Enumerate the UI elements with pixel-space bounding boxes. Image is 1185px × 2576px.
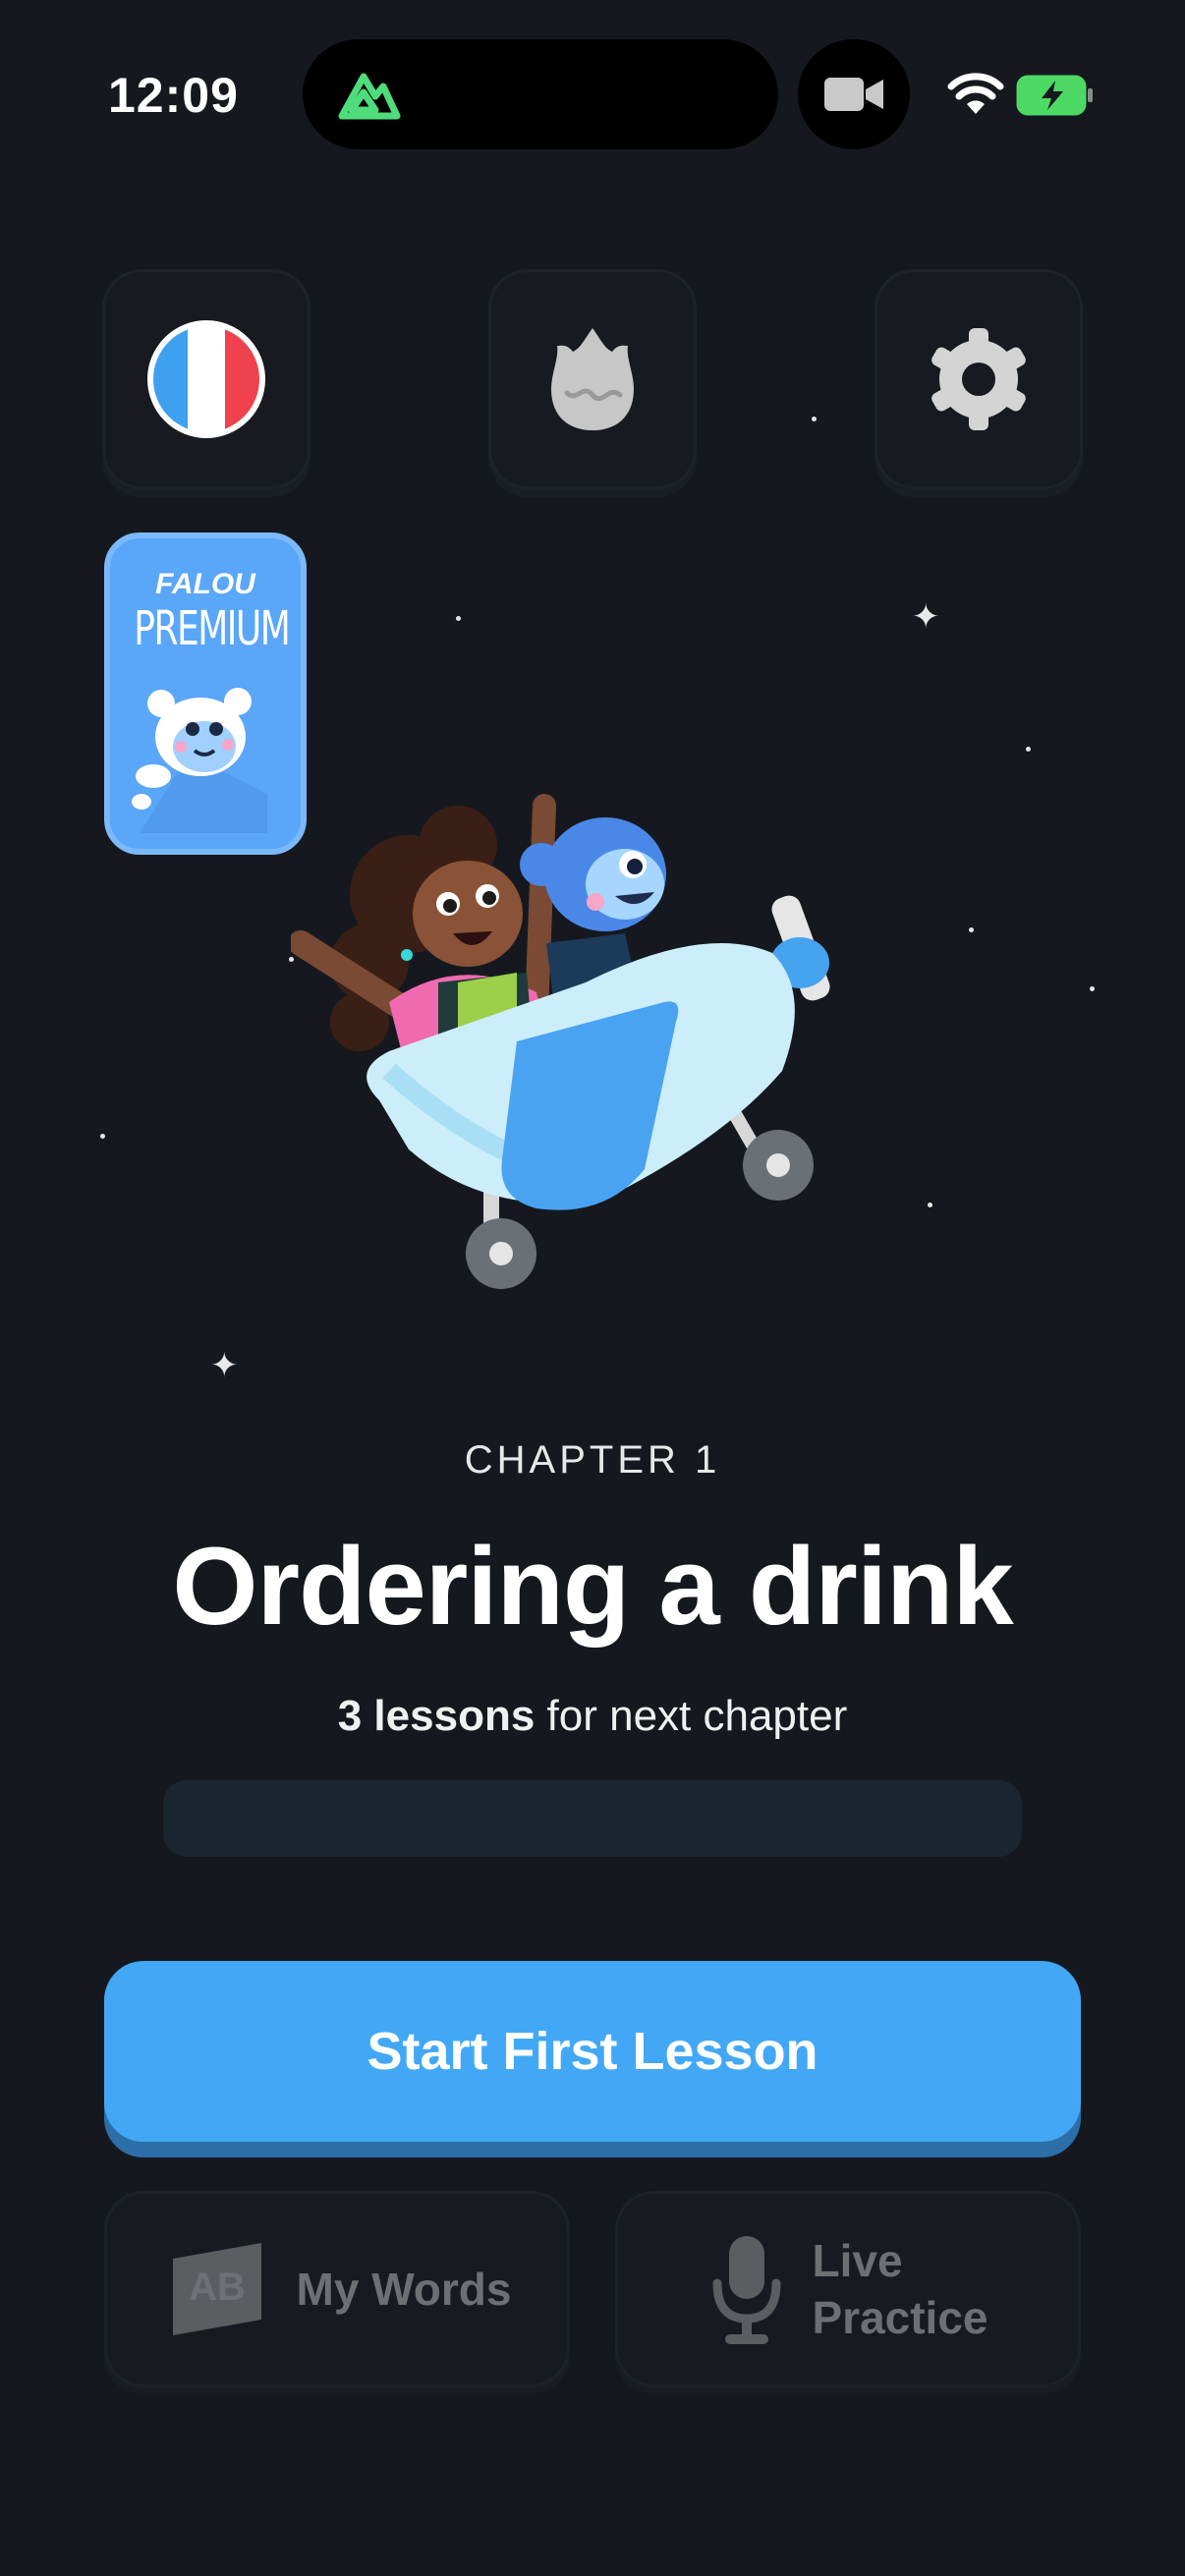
premium-title: PREMIUM [134,601,291,656]
language-button[interactable] [102,269,310,489]
premium-brand: FALOU [155,568,255,600]
my-words-label: My Words [296,2264,512,2315]
status-time: 12:09 [108,68,239,123]
live-practice-line1: Live [812,2235,903,2286]
lessons-remaining: 3 lessons for next chapter [0,1692,1185,1741]
settings-button[interactable] [875,269,1083,489]
live-practice-button[interactable]: Live Practice [615,2191,1081,2387]
french-flag-icon [147,320,265,438]
sparkle-star: ✦ [912,598,940,636]
start-lesson-button[interactable]: Start First Lesson [104,1961,1081,2142]
bear-mascot-icon [132,688,267,833]
star-dot [1026,747,1031,752]
wifi-icon [947,73,1004,114]
mountain-app-icon [338,73,401,120]
airplane-illustration [291,794,830,1289]
flashcard-icon: AB [172,2243,261,2335]
live-practice-label: Live Practice [812,2232,988,2346]
camera-indicator [798,39,910,149]
gear-icon [931,328,1026,430]
lessons-suffix: for next chapter [535,1692,848,1740]
dynamic-island [303,39,778,149]
lessons-count: 3 lessons [337,1692,536,1740]
microphone-icon [712,2236,781,2344]
live-practice-line2: Practice [812,2292,988,2343]
dragon-egg-icon [551,328,634,430]
dragon-egg-button[interactable] [488,269,697,489]
star-dot [456,616,461,621]
star-dot [100,1134,105,1139]
camera-icon [824,78,883,111]
star-dot [1090,986,1095,991]
chapter-title: Ordering a drink [172,1525,1013,1648]
flashcard-text: AB [189,2266,246,2309]
my-words-button[interactable]: AB My Words [104,2191,570,2387]
star-dot [928,1203,932,1207]
battery-charging-icon [1016,75,1093,116]
sparkle-star: ✦ [210,1347,239,1384]
chapter-progress-bar [163,1780,1022,1857]
star-dot [969,927,974,932]
star-dot [812,417,817,421]
premium-card[interactable]: FALOU PREMIUM [104,532,307,855]
chapter-label: CHAPTER 1 [464,1438,721,1482]
